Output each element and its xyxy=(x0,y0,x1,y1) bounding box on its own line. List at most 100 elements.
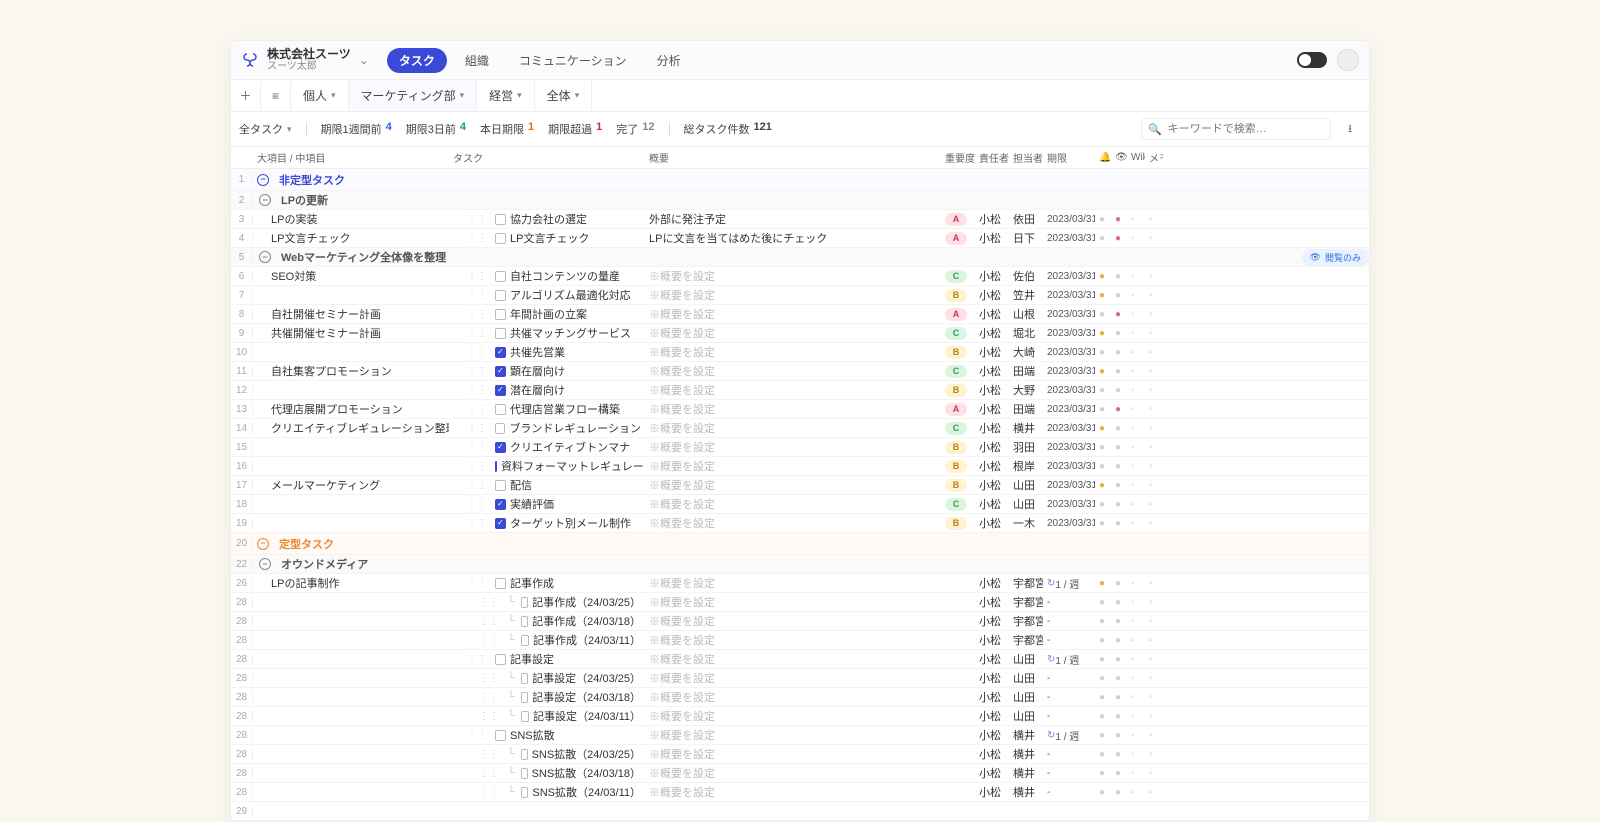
summary-cell[interactable]: LPに文言を当てはめた後にチェック xyxy=(645,230,941,246)
filter-all-tasks-dropdown[interactable]: 全タスク ▾ xyxy=(239,121,292,137)
due-cell[interactable]: 2023/03/31 xyxy=(1043,480,1095,491)
assignee-cell[interactable]: 大野 xyxy=(1009,382,1043,398)
memo-cell[interactable]: ▫ xyxy=(1145,616,1163,627)
table-row[interactable]: 12 ⋮⋮ 潜在層向け ※概要を設定 B 小松 大野 2023/03/31 ● … xyxy=(231,381,1369,400)
summary-cell[interactable]: ※概要を設定 xyxy=(645,496,941,512)
drag-handle-icon[interactable]: ⋮⋮ xyxy=(467,499,487,510)
col-priority[interactable]: 重要度 xyxy=(941,150,975,165)
memo-cell[interactable]: ▫ xyxy=(1145,423,1163,434)
wiki-cell[interactable]: ▫ xyxy=(1127,499,1145,510)
priority-cell[interactable]: B xyxy=(941,517,975,530)
drag-handle-icon[interactable]: ⋮⋮ xyxy=(467,290,487,301)
priority-cell[interactable]: C xyxy=(941,327,975,340)
drag-handle-icon[interactable]: ⋮⋮ xyxy=(467,442,487,453)
assignee-cell[interactable]: 一木 xyxy=(1009,515,1043,531)
table-row[interactable]: 14 クリエイティブレギュレーション整理 ⋮⋮ ブランドレギュレーション ※概要… xyxy=(231,419,1369,438)
priority-cell[interactable]: C xyxy=(941,270,975,283)
owner-cell[interactable]: 小松 xyxy=(975,382,1009,398)
category-cell[interactable]: LP文言チェック xyxy=(253,230,449,246)
task-cell[interactable]: ⋮⋮ 記事作成 xyxy=(449,575,645,591)
bell-cell[interactable]: ● xyxy=(1095,635,1111,646)
table-row[interactable]: 19 ⋮⋮ ターゲット別メール制作 ※概要を設定 B 小松 一木 2023/03… xyxy=(231,514,1369,533)
drag-handle-icon[interactable]: ⋮⋮ xyxy=(467,518,487,529)
task-cell[interactable]: ⋮⋮ 資料フォーマットレギュレーション xyxy=(449,458,645,474)
bell-cell[interactable]: ● xyxy=(1095,597,1111,608)
assignee-cell[interactable]: 田端 xyxy=(1009,401,1043,417)
memo-cell[interactable]: ▫ xyxy=(1145,480,1163,491)
flag-cell[interactable]: ● xyxy=(1111,768,1127,779)
owner-cell[interactable]: 小松 xyxy=(975,689,1009,705)
owner-cell[interactable]: 小松 xyxy=(975,746,1009,762)
wiki-cell[interactable]: ▫ xyxy=(1127,692,1145,703)
assignee-cell[interactable]: 横井 xyxy=(1009,746,1043,762)
group-row[interactable]: 2 −LPの更新 xyxy=(231,191,1369,210)
summary-cell[interactable]: ※概要を設定 xyxy=(645,287,941,303)
flag-cell[interactable]: ● xyxy=(1111,597,1127,608)
flag-cell[interactable]: ● xyxy=(1111,480,1127,491)
assignee-cell[interactable]: 山田 xyxy=(1009,477,1043,493)
task-cell[interactable]: ⋮⋮ SNS拡散 xyxy=(449,727,645,743)
assignee-cell[interactable]: 山田 xyxy=(1009,708,1043,724)
due-cell[interactable]: ↻ 1 / 週 xyxy=(1043,576,1095,591)
due-cell[interactable]: - xyxy=(1043,787,1095,798)
flag-cell[interactable]: ● xyxy=(1111,578,1127,589)
summary-cell[interactable]: ※概要を設定 xyxy=(645,344,941,360)
table-row[interactable]: 8 自社開催セミナー計画 ⋮⋮ 年間計画の立案 ※概要を設定 A 小松 山根 2… xyxy=(231,305,1369,324)
flag-cell[interactable]: ● xyxy=(1111,692,1127,703)
assignee-cell[interactable]: 山田 xyxy=(1009,496,1043,512)
add-button[interactable]: ＋ xyxy=(231,81,261,111)
wiki-cell[interactable]: ▫ xyxy=(1127,442,1145,453)
due-cell[interactable]: ↻ 1 / 週 xyxy=(1043,728,1095,743)
wiki-cell[interactable]: ▫ xyxy=(1127,385,1145,396)
priority-cell[interactable]: A xyxy=(941,213,975,226)
task-cell[interactable]: ⋮⋮ 配信 xyxy=(449,477,645,493)
table-row[interactable]: 13 代理店展開プロモーション ⋮⋮ 代理店営業フロー構築 ※概要を設定 A 小… xyxy=(231,400,1369,419)
wiki-cell[interactable]: ▫ xyxy=(1127,578,1145,589)
flag-cell[interactable]: ● xyxy=(1111,347,1127,358)
category-cell[interactable]: LPの記事制作 xyxy=(253,575,449,591)
drag-handle-icon[interactable]: ⋮⋮ xyxy=(467,271,487,282)
wiki-cell[interactable]: ▫ xyxy=(1127,749,1145,760)
task-cell[interactable]: ⋮⋮ └ SNS拡散（24/03/25） xyxy=(449,746,645,762)
avatar[interactable] xyxy=(1337,49,1359,71)
priority-cell[interactable]: C xyxy=(941,365,975,378)
summary-cell[interactable]: ※概要を設定 xyxy=(645,670,941,686)
category-cell[interactable]: 共催開催セミナー計画 xyxy=(253,325,449,341)
table-row[interactable]: 18 ⋮⋮ 実績評価 ※概要を設定 C 小松 山田 2023/03/31 ● ●… xyxy=(231,495,1369,514)
bell-cell[interactable]: ● xyxy=(1095,480,1111,491)
task-checkbox[interactable] xyxy=(495,328,506,339)
wiki-cell[interactable]: ▫ xyxy=(1127,635,1145,646)
task-checkbox[interactable] xyxy=(521,711,529,722)
table-row[interactable]: 28 ⋮⋮ └ SNS拡散（24/03/18） ※概要を設定 小松 横井 - ●… xyxy=(231,764,1369,783)
bell-cell[interactable]: ● xyxy=(1095,309,1111,320)
due-cell[interactable]: 2023/03/31 xyxy=(1043,423,1095,434)
flag-cell[interactable]: ● xyxy=(1111,385,1127,396)
flag-cell[interactable]: ● xyxy=(1111,730,1127,741)
memo-cell[interactable]: ▫ xyxy=(1145,347,1163,358)
task-checkbox[interactable] xyxy=(521,616,528,627)
task-checkbox[interactable] xyxy=(495,480,506,491)
task-checkbox[interactable] xyxy=(521,635,529,646)
nav-org[interactable]: 組織 xyxy=(453,48,501,73)
task-checkbox[interactable] xyxy=(495,385,506,396)
memo-cell[interactable]: ▫ xyxy=(1145,233,1163,244)
owner-cell[interactable]: 小松 xyxy=(975,211,1009,227)
summary-cell[interactable]: ※概要を設定 xyxy=(645,632,941,648)
col-assignee[interactable]: 担当者 xyxy=(1009,150,1043,165)
table-row[interactable]: 4 LP文言チェック ⋮⋮ LP文言チェック LPに文言を当てはめた後にチェック… xyxy=(231,229,1369,248)
flag-cell[interactable]: ● xyxy=(1111,711,1127,722)
task-cell[interactable]: ⋮⋮ ターゲット別メール制作 xyxy=(449,515,645,531)
collapse-icon[interactable]: − xyxy=(259,251,271,263)
flag-cell[interactable]: ● xyxy=(1111,328,1127,339)
category-cell[interactable]: LPの実装 xyxy=(253,211,449,227)
due-cell[interactable]: 2023/03/31 xyxy=(1043,233,1095,244)
summary-cell[interactable]: ※概要を設定 xyxy=(645,268,941,284)
bell-cell[interactable]: ● xyxy=(1095,366,1111,377)
owner-cell[interactable]: 小松 xyxy=(975,439,1009,455)
wiki-cell[interactable]: ▫ xyxy=(1127,309,1145,320)
memo-cell[interactable]: ▫ xyxy=(1145,692,1163,703)
flag-cell[interactable]: ● xyxy=(1111,635,1127,646)
owner-cell[interactable]: 小松 xyxy=(975,594,1009,610)
task-cell[interactable]: ⋮⋮ ブランドレギュレーション xyxy=(449,420,645,436)
table-row[interactable]: 28 ⋮⋮ 記事設定 ※概要を設定 小松 山田 ↻ 1 / 週 ● ● ▫ ▫ xyxy=(231,650,1369,669)
